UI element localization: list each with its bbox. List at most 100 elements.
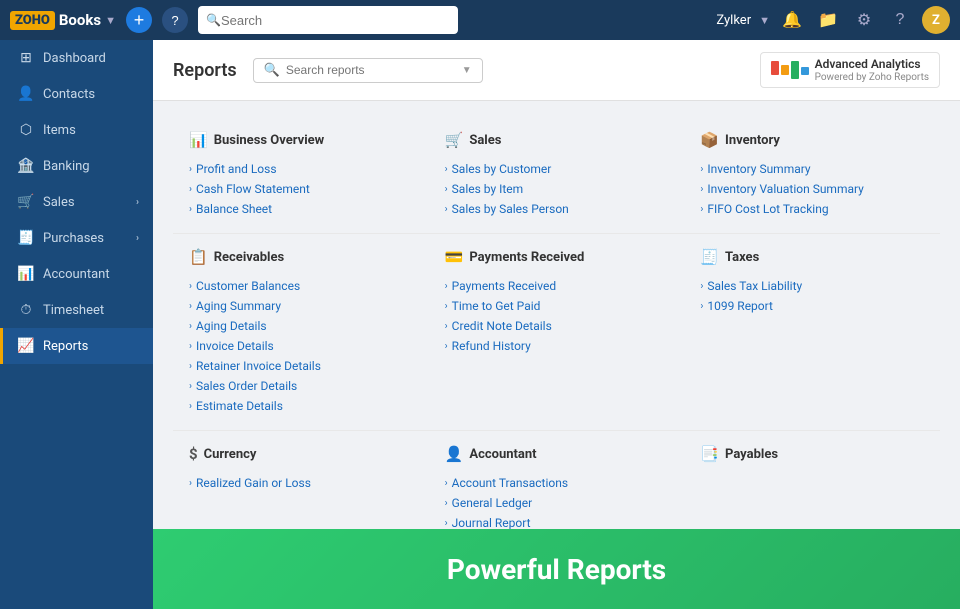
books-logo-part: Books (59, 11, 101, 29)
add-button[interactable]: + (126, 7, 152, 33)
report-link-payments-received[interactable]: › Payments Received (445, 276, 669, 296)
chevron-icon: › (189, 401, 192, 412)
topbar-right: Zylker ▼ 🔔 📁 ⚙ ? Z (716, 6, 950, 34)
report-link-realized-gain[interactable]: › Realized Gain or Loss (189, 473, 413, 493)
sidebar-label-banking: Banking (43, 159, 90, 174)
help-button[interactable]: ? (886, 6, 914, 34)
report-link-sales-person[interactable]: › Sales by Sales Person (445, 199, 669, 219)
sales-expand-arrow: › (136, 197, 139, 208)
topbar: ZOHO Books ▼ + ? 🔍 Zylker ▼ 🔔 📁 ⚙ ? Z (0, 0, 960, 40)
chevron-icon: › (445, 518, 448, 529)
reports-grid: 📊 Business Overview › Profit and Loss › … (173, 117, 940, 588)
settings-button[interactable]: ⚙ (850, 6, 878, 34)
section-title-accountant: Accountant (469, 447, 536, 462)
zoho-logo-part: ZOHO (10, 11, 55, 30)
report-link-inventory-summary[interactable]: › Inventory Summary (700, 159, 924, 179)
info-button[interactable]: ? (162, 7, 188, 33)
content-area: Reports 🔍 ▼ Advanced Analytics Powe (153, 40, 960, 609)
report-link-cash-flow[interactable]: › Cash Flow Statement (189, 179, 413, 199)
sidebar-item-items[interactable]: ⬡ Items (0, 112, 153, 148)
report-link-customer-balances[interactable]: › Customer Balances (189, 276, 413, 296)
section-title-currency: Currency (204, 447, 257, 462)
business-overview-icon: 📊 (189, 131, 208, 149)
sidebar-item-banking[interactable]: 🏦 Banking (0, 148, 153, 184)
user-dropdown-arrow[interactable]: ▼ (759, 14, 770, 27)
report-link-account-transactions[interactable]: › Account Transactions (445, 473, 669, 493)
page-title: Reports (173, 60, 237, 81)
sales-icon: 🛒 (17, 194, 35, 210)
search-icon: 🔍 (206, 13, 221, 27)
report-link-aging-summary[interactable]: › Aging Summary (189, 296, 413, 316)
chevron-icon: › (189, 478, 192, 489)
report-link-sales-customer[interactable]: › Sales by Customer (445, 159, 669, 179)
reports-search-icon: 🔍 (264, 63, 280, 78)
section-title-receivables: Receivables (214, 250, 284, 265)
section-header-taxes: 🧾 Taxes (700, 248, 924, 266)
app-logo[interactable]: ZOHO Books ▼ (10, 11, 116, 30)
chevron-icon: › (189, 204, 192, 215)
payments-icon: 💳 (445, 248, 464, 266)
reports-search-input[interactable] (286, 63, 456, 77)
user-avatar[interactable]: Z (922, 6, 950, 34)
report-link-refund-history[interactable]: › Refund History (445, 336, 669, 356)
timesheet-icon: ⏱ (17, 302, 35, 318)
report-link-aging-details[interactable]: › Aging Details (189, 316, 413, 336)
chevron-icon: › (445, 204, 448, 215)
section-header-inventory: 📦 Inventory (700, 131, 924, 149)
section-header-business-overview: 📊 Business Overview (189, 131, 413, 149)
sidebar-item-reports[interactable]: 📈 Reports (0, 328, 153, 364)
sidebar-label-purchases: Purchases (43, 231, 104, 246)
bottom-banner-text: Powerful Reports (447, 553, 666, 586)
advanced-analytics-badge[interactable]: Advanced Analytics Powered by Zoho Repor… (760, 52, 940, 88)
search-dropdown-arrow[interactable]: ▼ (462, 65, 472, 76)
sidebar-label-dashboard: Dashboard (43, 51, 106, 66)
sidebar-item-purchases[interactable]: 🧾 Purchases › (0, 220, 153, 256)
report-link-credit-note[interactable]: › Credit Note Details (445, 316, 669, 336)
sidebar-item-accountant[interactable]: 📊 Accountant (0, 256, 153, 292)
section-header-receivables: 📋 Receivables (189, 248, 413, 266)
sidebar-item-contacts[interactable]: 👤 Contacts (0, 76, 153, 112)
report-link-fifo[interactable]: › FIFO Cost Lot Tracking (700, 199, 924, 219)
section-header-currency: $ Currency (189, 445, 413, 463)
aa-chart-icon (771, 61, 809, 79)
report-link-sales-tax[interactable]: › Sales Tax Liability (700, 276, 924, 296)
notifications-button[interactable]: 🔔 (778, 6, 806, 34)
report-link-sales-order[interactable]: › Sales Order Details (189, 376, 413, 396)
logo-dropdown-arrow[interactable]: ▼ (105, 14, 116, 27)
chevron-icon: › (700, 164, 703, 175)
report-link-sales-item[interactable]: › Sales by Item (445, 179, 669, 199)
contacts-icon: 👤 (17, 86, 35, 102)
files-button[interactable]: 📁 (814, 6, 842, 34)
section-title-payables: Payables (725, 447, 778, 462)
report-link-general-ledger[interactable]: › General Ledger (445, 493, 669, 513)
section-title-sales: Sales (469, 133, 501, 148)
report-link-inventory-valuation[interactable]: › Inventory Valuation Summary (700, 179, 924, 199)
search-input[interactable] (221, 13, 450, 28)
dashboard-icon: ⊞ (17, 50, 35, 66)
chevron-icon: › (189, 301, 192, 312)
currency-icon: $ (189, 445, 198, 463)
report-link-time-to-pay[interactable]: › Time to Get Paid (445, 296, 669, 316)
sidebar-label-contacts: Contacts (43, 87, 95, 102)
sidebar-label-reports: Reports (43, 339, 88, 354)
sidebar-item-dashboard[interactable]: ⊞ Dashboard (0, 40, 153, 76)
taxes-icon: 🧾 (700, 248, 719, 266)
report-link-balance-sheet[interactable]: › Balance Sheet (189, 199, 413, 219)
chevron-icon: › (189, 361, 192, 372)
report-link-1099[interactable]: › 1099 Report (700, 296, 924, 316)
purchases-icon: 🧾 (17, 230, 35, 246)
sidebar-item-timesheet[interactable]: ⏱ Timesheet (0, 292, 153, 328)
items-icon: ⬡ (17, 122, 35, 138)
purchases-expand-arrow: › (136, 233, 139, 244)
accountant-icon: 📊 (17, 266, 35, 282)
reports-icon: 📈 (17, 338, 35, 354)
report-link-profit-loss[interactable]: › Profit and Loss (189, 159, 413, 179)
chevron-icon: › (445, 281, 448, 292)
report-link-estimate-details[interactable]: › Estimate Details (189, 396, 413, 416)
global-search: 🔍 (198, 6, 458, 34)
section-header-sales: 🛒 Sales (445, 131, 669, 149)
banking-icon: 🏦 (17, 158, 35, 174)
report-link-invoice-details[interactable]: › Invoice Details (189, 336, 413, 356)
sidebar-item-sales[interactable]: 🛒 Sales › (0, 184, 153, 220)
report-link-retainer-invoice[interactable]: › Retainer Invoice Details (189, 356, 413, 376)
